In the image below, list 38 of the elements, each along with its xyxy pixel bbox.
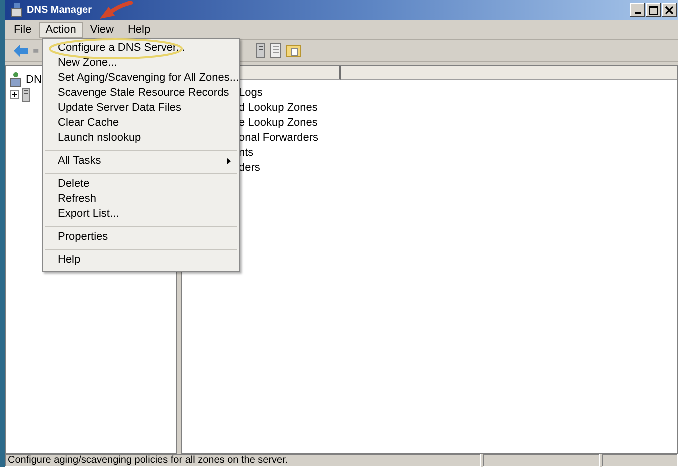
menu-item[interactable]: Delete xyxy=(43,177,239,192)
menu-item[interactable]: Action xyxy=(38,22,84,38)
menu-item[interactable]: Properties xyxy=(43,230,239,245)
menu-item[interactable]: Clear Cache xyxy=(43,116,239,131)
expand-button[interactable] xyxy=(10,90,19,99)
window-title: DNS Manager xyxy=(27,4,92,16)
submenu-arrow-icon xyxy=(227,158,231,165)
maximize-icon xyxy=(649,6,658,14)
close-icon xyxy=(665,6,674,14)
menu-item[interactable]: Help xyxy=(43,253,239,268)
close-button[interactable] xyxy=(662,3,677,17)
menu-item[interactable]: Scavenge Stale Resource Records xyxy=(43,86,239,101)
folder-icon[interactable] xyxy=(286,42,302,58)
list-item[interactable]: Logs xyxy=(239,86,677,101)
server-icon xyxy=(22,88,30,102)
menu-item[interactable]: File xyxy=(7,22,39,36)
annotation-arrow xyxy=(99,1,133,20)
list-item[interactable]: nts xyxy=(239,146,677,161)
menu-item[interactable]: Refresh xyxy=(43,192,239,207)
menu-item[interactable]: Export List... xyxy=(43,207,239,222)
list-item[interactable]: onal Forwarders xyxy=(239,131,677,146)
menu-item[interactable]: Update Server Data Files xyxy=(43,101,239,116)
menu-item[interactable]: Launch nslookup xyxy=(43,131,239,146)
menu-item[interactable]: Configure a DNS Server... xyxy=(43,41,239,56)
menu-item[interactable]: All Tasks xyxy=(43,154,239,169)
list-item[interactable]: ders xyxy=(239,161,677,176)
server-icon xyxy=(11,3,23,17)
minimize-button[interactable] xyxy=(630,3,645,17)
document-icon[interactable] xyxy=(270,42,282,58)
tree-item[interactable]: DN xyxy=(25,74,43,86)
menu-item[interactable]: Help xyxy=(120,22,158,36)
maximize-button[interactable] xyxy=(646,3,661,17)
server-icon[interactable] xyxy=(256,42,266,58)
minimize-icon xyxy=(634,12,640,14)
menu-item[interactable]: Set Aging/Scavenging for All Zones... xyxy=(43,71,239,86)
status-text: Configure aging/scavenging policies for all zones on the server. xyxy=(5,454,481,467)
menu-item[interactable]: New Zone... xyxy=(43,56,239,71)
menu-item[interactable]: View xyxy=(83,22,121,36)
